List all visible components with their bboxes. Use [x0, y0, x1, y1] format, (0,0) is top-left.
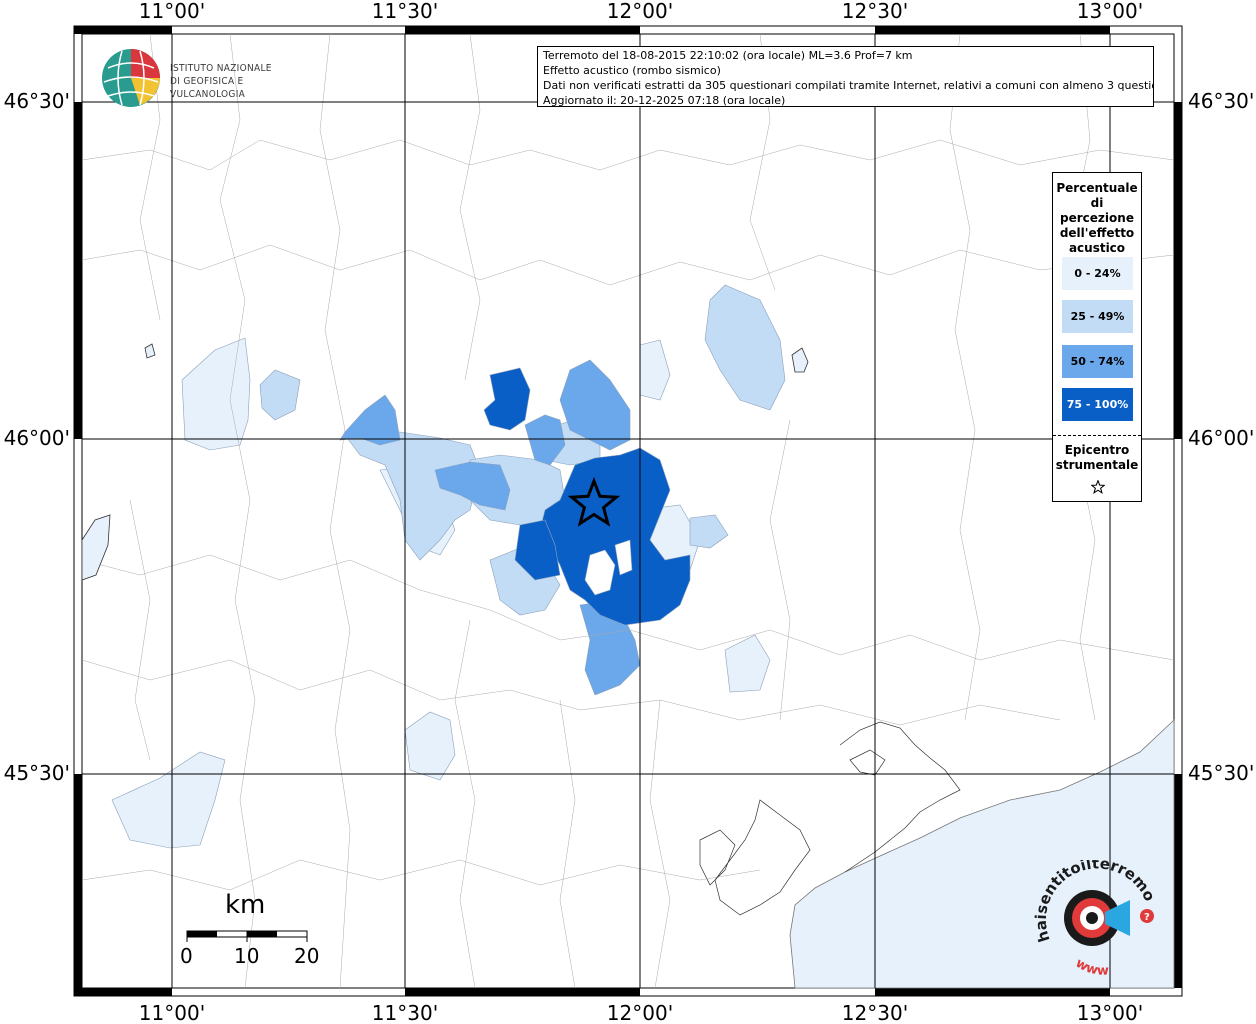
svg-text:?: ? [1144, 912, 1150, 923]
globe-icon [102, 49, 160, 107]
legend-title-line: Percentuale [1056, 181, 1138, 195]
scale-tick-label: 10 [234, 944, 260, 968]
event-info-box: Terremoto del 18-08-2015 22:10:02 (ora l… [537, 46, 1154, 107]
legend-epicenter-label: Epicentro strumentale [1053, 443, 1141, 473]
legend-epicenter-line: Epicentro [1064, 443, 1130, 457]
legend-class-75-100: 75 - 100% [1062, 388, 1133, 421]
haisentito-logo: ? haisentitoilterremoto.it www [1025, 846, 1165, 990]
top-lon-label: 11°00' [139, 0, 205, 23]
scale-tick-label: 0 [180, 944, 193, 968]
ingv-logo: ISTITUTO NAZIONALE DI GEOFISICA E VULCAN… [100, 48, 320, 108]
watermark-url: www [1073, 956, 1109, 979]
top-lon-label: 13°00' [1077, 0, 1143, 23]
top-lon-label: 11°30' [372, 0, 438, 23]
bottom-lon-label: 12°00' [607, 1001, 673, 1024]
top-lon-label: 12°30' [842, 0, 908, 23]
event-effect: Effetto acustico (rombo sismico) [543, 64, 721, 77]
logo-name-line1: ISTITUTO NAZIONALE [170, 63, 272, 74]
right-lat-label: 46°30' [1188, 89, 1254, 113]
scale-tick-label: 20 [294, 944, 320, 968]
bottom-lon-label: 11°30' [372, 1001, 438, 1024]
legend-title-line: di percezione [1060, 196, 1134, 225]
legend-title-line: dell'effetto [1059, 226, 1135, 240]
legend-class-0-24: 0 - 24% [1062, 257, 1133, 290]
legend-divider [1053, 435, 1141, 436]
event-data-note: Dati non verificati estratti da 305 ques… [543, 79, 1154, 92]
bottom-lon-label: 13°00' [1077, 1001, 1143, 1024]
event-updated: Aggiornato il: 20-12-2025 07:18 (ora loc… [543, 94, 786, 107]
logo-name-line2: DI GEOFISICA E VULCANOLOGIA [170, 76, 246, 100]
legend-class-50-74: 50 - 74% [1062, 345, 1133, 378]
left-lat-label: 45°30' [4, 761, 70, 785]
top-lon-label: 12°00' [607, 0, 673, 23]
legend: Percentuale di percezione dell'effetto a… [1052, 172, 1142, 502]
left-lat-label: 46°00' [4, 426, 70, 450]
star-icon [1091, 480, 1105, 494]
right-lat-label: 45°30' [1188, 761, 1254, 785]
legend-title: Percentuale di percezione dell'effetto a… [1053, 181, 1141, 256]
svg-text:www: www [1073, 956, 1109, 979]
bottom-lon-label: 11°00' [139, 1001, 205, 1024]
scale-unit: km [225, 890, 266, 920]
event-title: Terremoto del 18-08-2015 22:10:02 (ora l… [543, 49, 913, 62]
bottom-lon-label: 12°30' [842, 1001, 908, 1024]
right-lat-label: 46°00' [1188, 426, 1254, 450]
left-lat-label: 46°30' [4, 89, 70, 113]
legend-title-line: acustico [1068, 241, 1126, 255]
legend-epicenter-line: strumentale [1055, 458, 1139, 472]
legend-class-25-49: 25 - 49% [1062, 300, 1133, 333]
